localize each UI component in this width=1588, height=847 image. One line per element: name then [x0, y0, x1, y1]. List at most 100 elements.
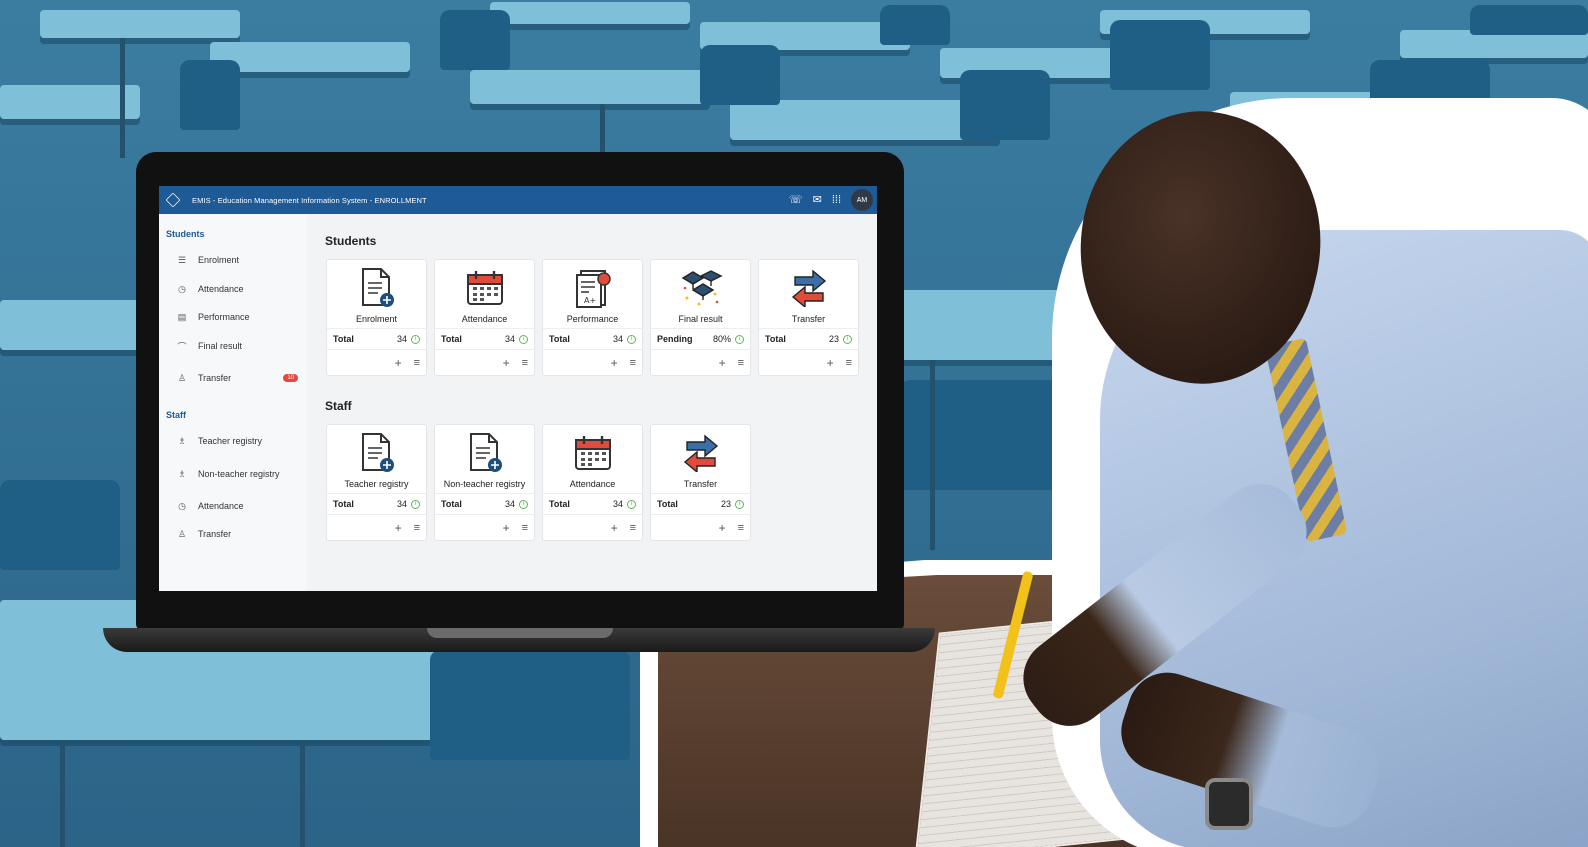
card-title: Final result — [678, 314, 723, 324]
desk — [490, 2, 690, 24]
card-stat: Pending 80% i — [651, 328, 750, 350]
app-logo-icon[interactable] — [165, 192, 181, 208]
card-final-result[interactable]: Final result Pending 80% i + ≡ — [650, 259, 751, 376]
sidebar-item-non-teacher-registry[interactable]: ♗ Non-teacher registry — [175, 466, 301, 482]
info-icon[interactable]: i — [735, 499, 744, 509]
info-icon[interactable]: i — [519, 499, 528, 509]
desk — [0, 300, 140, 350]
card-transfer[interactable]: Transfer Total 23 i + ≡ — [758, 259, 859, 376]
card-stat: Total 34 i — [435, 493, 534, 515]
info-icon[interactable]: i — [735, 334, 744, 344]
info-icon[interactable]: i — [627, 334, 636, 344]
stat-value: 34 — [612, 499, 623, 509]
avatar[interactable]: AM — [851, 189, 873, 211]
card-stat: Total 34 i — [327, 328, 426, 350]
sidebar-item-final-result[interactable]: ⌒ Final result — [175, 338, 301, 354]
sidebar-item-staff-transfer[interactable]: ♙ Transfer — [175, 526, 301, 542]
card-actions: + ≡ — [327, 517, 426, 539]
sidebar-item-label: Attendance — [198, 501, 244, 511]
add-button[interactable]: + — [719, 356, 726, 370]
sidebar-item-staff-attendance[interactable]: ◷ Attendance — [175, 498, 301, 514]
card-stat: Total 23 i — [759, 328, 858, 350]
add-button[interactable]: + — [395, 521, 402, 535]
stat-label: Total — [333, 499, 354, 509]
card-actions: + ≡ — [327, 352, 426, 374]
document-add-icon — [327, 431, 426, 475]
chair — [0, 480, 120, 570]
add-button[interactable]: + — [503, 356, 510, 370]
add-button[interactable]: + — [503, 521, 510, 535]
menu-button[interactable]: ≡ — [630, 357, 636, 369]
card-teacher-registry[interactable]: Teacher registry Total 34 i + ≡ — [326, 424, 427, 541]
document-icon: ▤ — [177, 311, 187, 322]
app-header: EMIS - Education Management Information … — [159, 186, 877, 214]
card-title: Performance — [566, 314, 619, 324]
stat-value: 23 — [720, 499, 731, 509]
add-button[interactable]: + — [395, 356, 402, 370]
stat-value: 34 — [612, 334, 623, 344]
chair — [1110, 20, 1210, 90]
card-staff-transfer[interactable]: Transfer Total 23 i + ≡ — [650, 424, 751, 541]
sidebar-item-performance[interactable]: ▤ Performance — [175, 309, 301, 325]
sidebar-item-label: Enrolment — [198, 255, 240, 265]
sidebar-item-attendance[interactable]: ◷ Attendance — [175, 281, 301, 297]
sidebar-item-label: Transfer — [198, 373, 232, 383]
card-attendance[interactable]: Attendance Total 34 i + ≡ — [434, 259, 535, 376]
document-add-icon — [327, 266, 426, 310]
menu-button[interactable]: ≡ — [738, 357, 744, 369]
sidebar-item-enrolment[interactable]: ☰ Enrolment — [175, 252, 301, 268]
transfer-count-badge: 10 — [283, 374, 298, 382]
menu-button[interactable]: ≡ — [414, 522, 420, 534]
transfer-arrows-icon — [759, 266, 858, 310]
card-title: Non-teacher registry — [443, 479, 526, 489]
sidebar-item-label: Final result — [198, 341, 243, 351]
info-icon[interactable]: i — [411, 499, 420, 509]
card-title: Transfer — [791, 314, 826, 324]
mail-icon[interactable]: ✉ — [813, 194, 822, 206]
sidebar-item-teacher-registry[interactable]: ♗ Teacher registry — [175, 433, 301, 449]
info-icon[interactable]: i — [843, 334, 852, 344]
stat-label: Total — [441, 499, 462, 509]
people-icon: ♗ — [177, 435, 187, 446]
menu-button[interactable]: ≡ — [630, 522, 636, 534]
info-icon[interactable]: i — [627, 499, 636, 509]
info-icon[interactable]: i — [411, 334, 420, 344]
sidebar-heading-staff: Staff — [166, 410, 186, 420]
card-title: Transfer — [683, 479, 718, 489]
menu-button[interactable]: ≡ — [522, 522, 528, 534]
menu-button[interactable]: ≡ — [414, 357, 420, 369]
stat-label: Total — [765, 334, 786, 344]
menu-button[interactable]: ≡ — [522, 357, 528, 369]
add-button[interactable]: + — [827, 356, 834, 370]
add-button[interactable]: + — [611, 356, 618, 370]
calendar-icon — [435, 266, 534, 310]
card-performance[interactable]: A+ Performance Total 34 i + ≡ — [542, 259, 643, 376]
card-stat: Total 34 i — [327, 493, 426, 515]
laptop-notch — [427, 628, 613, 638]
wrist-watch — [1205, 778, 1253, 830]
add-button[interactable]: + — [719, 521, 726, 535]
card-actions: + ≡ — [543, 352, 642, 374]
card-non-teacher-registry[interactable]: Non-teacher registry Total 34 i + ≡ — [434, 424, 535, 541]
phone-icon[interactable]: ☏ — [789, 194, 803, 206]
chair — [960, 70, 1050, 140]
card-enrolment[interactable]: Enrolment Total 34 i + ≡ — [326, 259, 427, 376]
person-transfer-icon: ♙ — [177, 372, 187, 383]
sidebar-item-label: Attendance — [198, 284, 244, 294]
app-title: EMIS - Education Management Information … — [192, 195, 427, 205]
menu-button[interactable]: ≡ — [738, 522, 744, 534]
add-button[interactable]: + — [611, 521, 618, 535]
card-actions: + ≡ — [759, 352, 858, 374]
apps-grid-icon[interactable]: ⁞⁞⁞ — [832, 194, 841, 206]
menu-button[interactable]: ≡ — [846, 357, 852, 369]
sidebar-item-transfer[interactable]: ♙ Transfer 10 — [175, 370, 301, 386]
info-icon[interactable]: i — [519, 334, 528, 344]
card-stat: Total 34 i — [543, 493, 642, 515]
stat-value: 34 — [396, 499, 407, 509]
stat-label: Total — [657, 499, 678, 509]
card-staff-attendance[interactable]: Attendance Total 34 i + ≡ — [542, 424, 643, 541]
card-stat: Total 34 i — [435, 328, 534, 350]
stat-label: Total — [549, 334, 570, 344]
clock-icon: ◷ — [178, 500, 186, 511]
chair — [1470, 5, 1588, 35]
